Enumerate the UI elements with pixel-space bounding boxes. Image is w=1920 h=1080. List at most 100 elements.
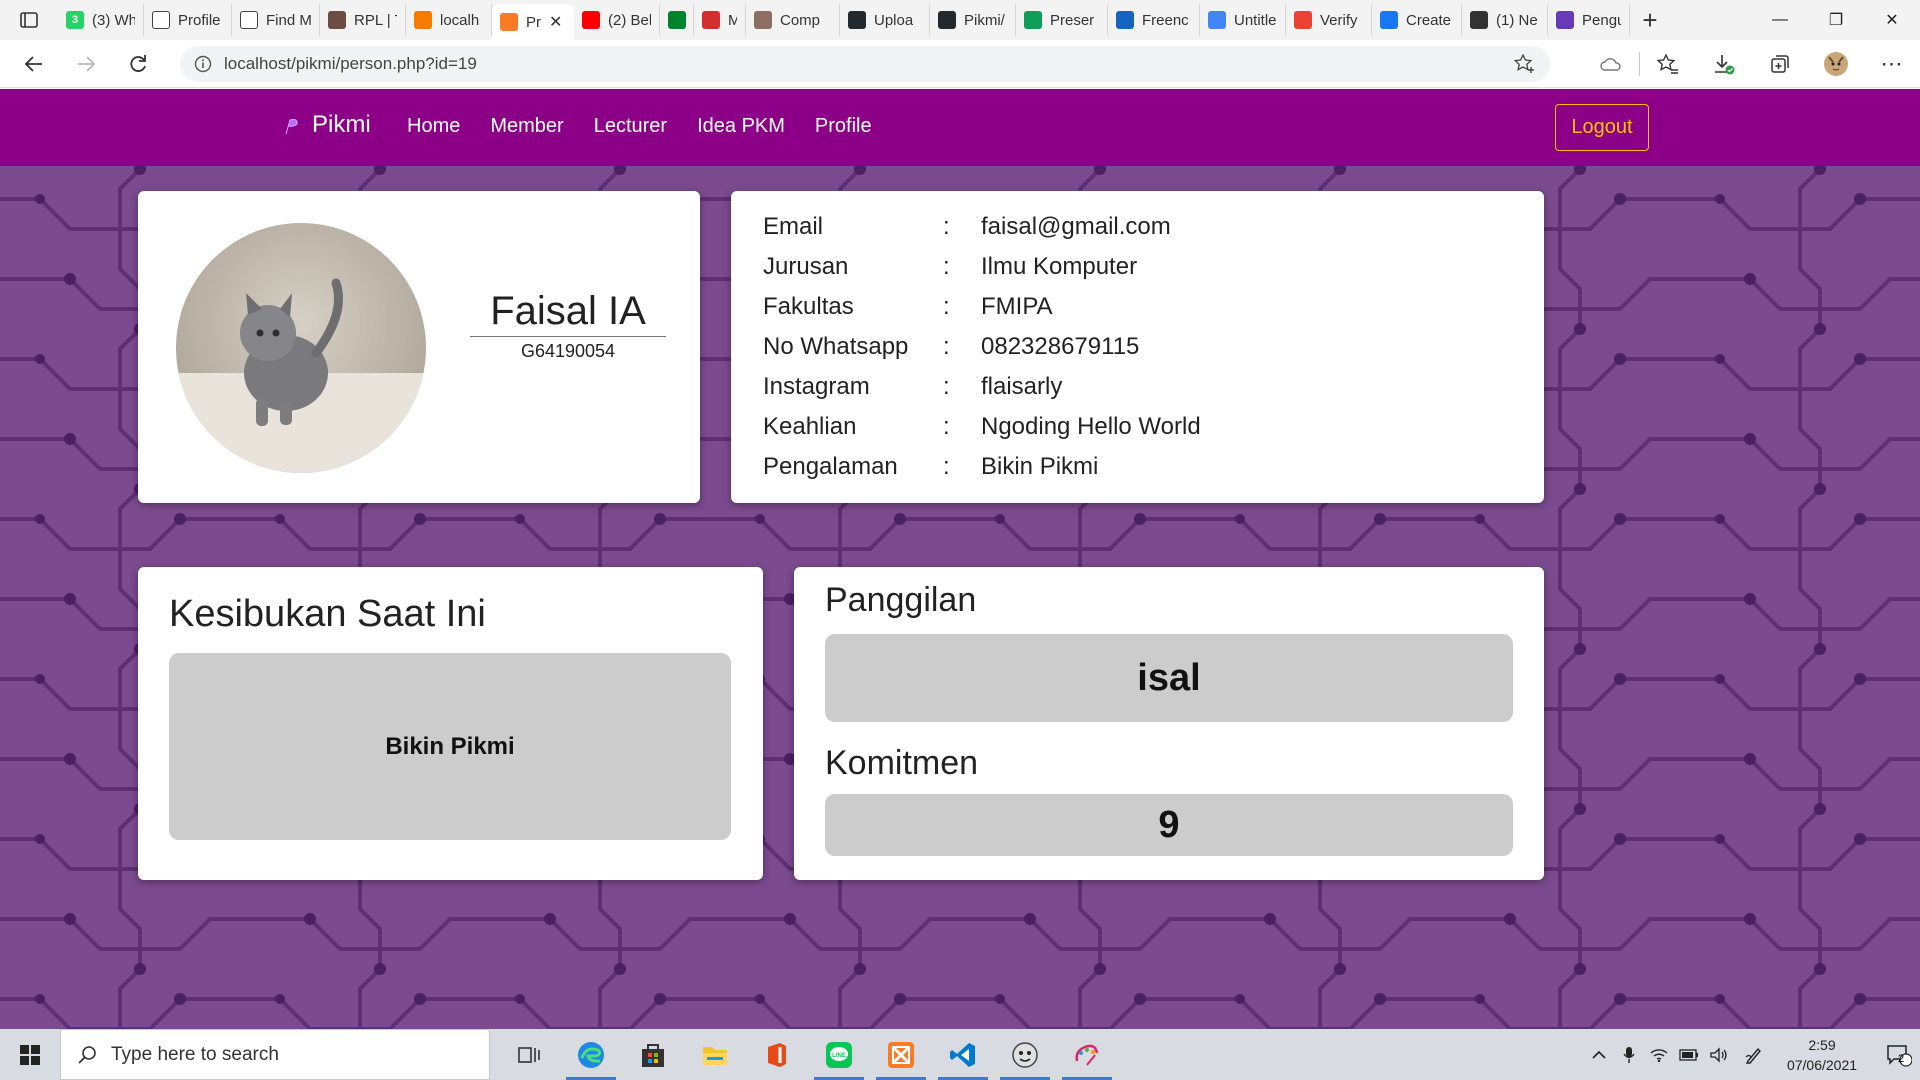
restore-button[interactable]: ❐ — [1808, 0, 1864, 40]
nav-profile-link[interactable]: Profile — [815, 115, 872, 138]
tab-title: (3) Wh — [92, 11, 135, 29]
info-separator: : — [943, 333, 950, 360]
pen-icon — [1745, 1047, 1761, 1064]
browser-tab[interactable]: Pr ✕ — [492, 4, 574, 40]
wifi-icon — [1650, 1048, 1668, 1062]
settings-more-button[interactable]: ⋯ — [1864, 40, 1920, 88]
tab-title: Uploa — [874, 11, 914, 29]
download-icon — [1715, 55, 1735, 75]
browser-tab[interactable]: M — [694, 4, 746, 36]
task-view-button[interactable] — [498, 1029, 560, 1080]
info-icon[interactable] — [194, 55, 212, 73]
profile-avatar — [176, 223, 426, 473]
commitment-value: 9 — [825, 794, 1513, 856]
info-key: Fakultas — [763, 293, 854, 320]
new-tab-button[interactable]: + — [1630, 0, 1670, 40]
favorites-button[interactable] — [1640, 40, 1696, 88]
microphone-button[interactable] — [1614, 1046, 1644, 1064]
profile-avatar-button[interactable] — [1808, 40, 1864, 88]
info-key: Instagram — [763, 373, 870, 400]
address-toolbar: localhost/pikmi/person.php?id=19 ⋯ — [0, 40, 1920, 88]
page-viewport: Pikmi Home Member Lecturer Idea PKM Prof… — [0, 89, 1920, 1029]
taskbar-vscode[interactable] — [932, 1029, 994, 1080]
taskbar-edge[interactable] — [560, 1029, 622, 1080]
nav-idea-pkm-link[interactable]: Idea PKM — [697, 115, 785, 138]
reload-button[interactable] — [112, 40, 164, 88]
taskbar-xampp[interactable] — [870, 1029, 932, 1080]
nav-home-link[interactable]: Home — [407, 115, 460, 138]
info-value: flaisarly — [981, 373, 1063, 400]
browser-tab[interactable]: Profile — [144, 4, 232, 36]
tab-list: 3 (3) Wh Profile Find M RPL | T localh Pr ✕ (2) … — [58, 0, 1630, 40]
pen-button[interactable] — [1734, 1045, 1774, 1065]
form-icon — [1556, 11, 1574, 29]
browser-tab[interactable]: Create — [1372, 4, 1462, 36]
add-favorite-button[interactable] — [1513, 53, 1536, 79]
browser-tab[interactable]: 3 (3) Wh — [58, 4, 144, 36]
battery-button[interactable] — [1674, 1048, 1704, 1061]
taskbar-file-explorer[interactable] — [684, 1029, 746, 1080]
github-icon — [938, 11, 956, 29]
nav-member-link[interactable]: Member — [490, 115, 563, 138]
info-separator: : — [943, 453, 950, 480]
tab-title: Pikmi/ — [964, 11, 1005, 29]
tab-title: localh — [440, 11, 480, 29]
browser-tab[interactable]: Find M — [232, 4, 320, 36]
address-bar[interactable]: localhost/pikmi/person.php?id=19 — [180, 46, 1550, 82]
taskbar-line[interactable]: LINE — [808, 1029, 870, 1080]
network-button[interactable] — [1644, 1047, 1674, 1063]
downloads-button[interactable] — [1696, 40, 1752, 88]
meet-icon — [668, 11, 686, 29]
browser-tab[interactable]: Pengu — [1548, 4, 1630, 36]
tab-actions-button[interactable] — [0, 0, 58, 40]
browser-tab[interactable]: Comp — [746, 4, 840, 36]
info-row-fakultas: Fakultas: FMIPA — [763, 287, 1512, 327]
browser-tab[interactable]: Preser — [1016, 4, 1108, 36]
browser-tab[interactable]: Uploa — [840, 4, 930, 36]
browser-tab[interactable]: Verify — [1286, 4, 1372, 36]
tab-title: (1) Ne — [1496, 11, 1538, 29]
nav-lecturer-link[interactable]: Lecturer — [594, 115, 667, 138]
search-icon — [78, 1045, 96, 1064]
close-window-button[interactable]: ✕ — [1864, 0, 1920, 40]
page-icon — [152, 11, 170, 29]
youtube-icon — [582, 11, 600, 29]
browser-tab[interactable]: localh — [406, 4, 492, 36]
edge-icon — [578, 1041, 604, 1068]
show-hidden-icons-button[interactable] — [1584, 1050, 1614, 1060]
logout-button[interactable]: Logout — [1555, 104, 1649, 151]
notification-center-button[interactable]: 2 — [1870, 1043, 1920, 1067]
info-separator: : — [943, 373, 950, 400]
taskbar-search[interactable]: Type here to search — [60, 1029, 490, 1080]
info-separator: : — [943, 413, 950, 440]
url-text[interactable]: localhost/pikmi/person.php?id=19 — [224, 54, 477, 74]
minimize-button[interactable]: — — [1752, 0, 1808, 40]
start-button[interactable] — [0, 1029, 60, 1080]
read-aloud-button[interactable] — [1583, 40, 1639, 88]
nav-links: Home Member Lecturer Idea PKM Profile — [407, 115, 902, 138]
info-separator: : — [943, 253, 950, 280]
browser-tab[interactable]: Freenc — [1108, 4, 1200, 36]
site-navbar: Pikmi Home Member Lecturer Idea PKM Prof… — [0, 89, 1920, 166]
taskbar-paint[interactable] — [1056, 1029, 1118, 1080]
browser-tab[interactable]: RPL | T — [320, 4, 406, 36]
browser-tab[interactable]: Pikmi/ — [930, 4, 1016, 36]
forward-button[interactable] — [60, 40, 112, 88]
nickname-card: Panggilan isal Komitmen 9 — [794, 567, 1544, 880]
current-activity-card: Kesibukan Saat Ini Bikin Pikmi — [138, 567, 763, 880]
taskbar-office[interactable] — [746, 1029, 808, 1080]
taskbar-app[interactable] — [994, 1029, 1056, 1080]
browser-tab[interactable]: (2) Bel — [574, 4, 660, 36]
close-tab-icon[interactable]: ✕ — [549, 12, 562, 32]
taskbar-clock[interactable]: 2:59 07/06/2021 — [1774, 1035, 1870, 1075]
collections-button[interactable] — [1752, 40, 1808, 88]
browser-tab[interactable] — [660, 4, 694, 36]
browser-tab[interactable]: Untitle — [1200, 4, 1286, 36]
taskbar-store[interactable] — [622, 1029, 684, 1080]
volume-button[interactable] — [1704, 1046, 1734, 1063]
browser-tab[interactable]: (1) Ne — [1462, 4, 1548, 36]
back-button[interactable] — [8, 40, 60, 88]
task-view-icon — [518, 1046, 540, 1063]
brand-link[interactable]: Pikmi — [282, 111, 371, 139]
whatsapp-icon: 3 — [66, 11, 84, 29]
